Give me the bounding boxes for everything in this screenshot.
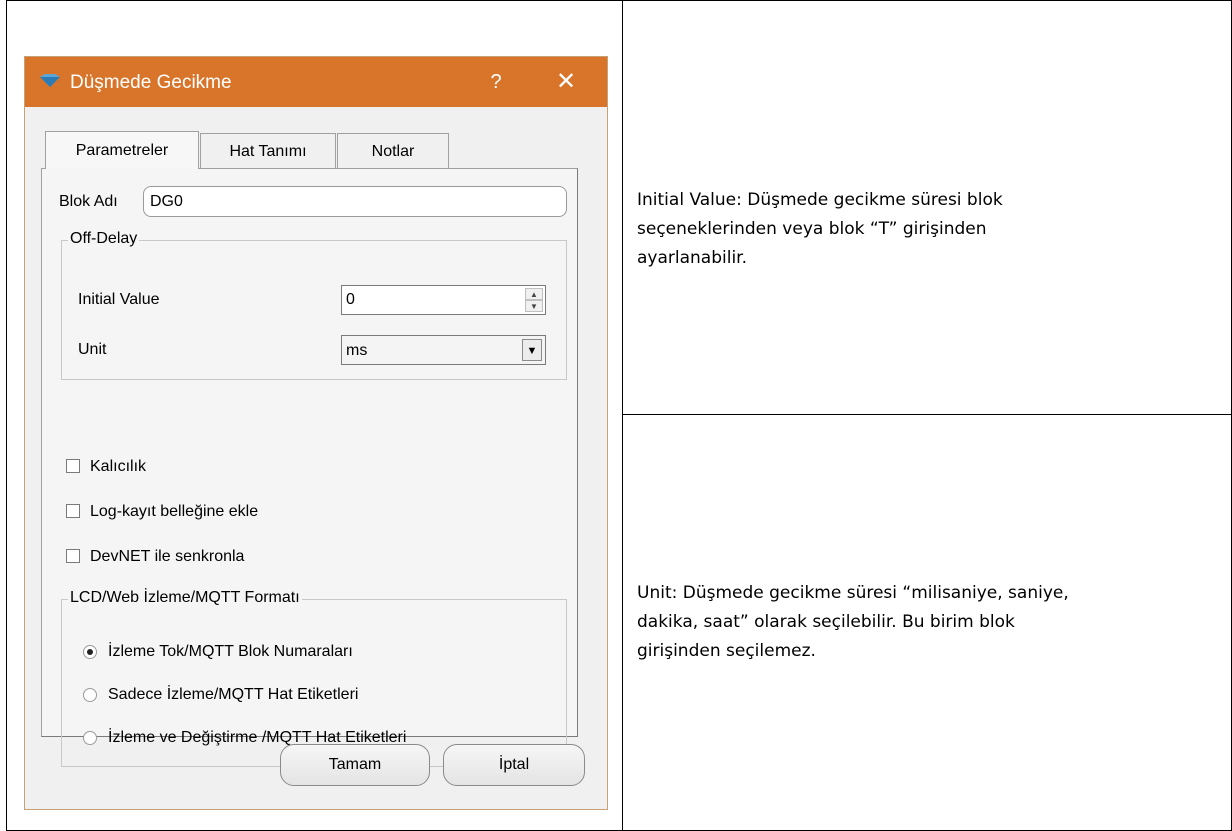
log-record-label: Log-kayıt belleğine ekle [90,503,259,520]
tab-notlar[interactable]: Notlar [337,133,449,169]
spin-buttons: ▲ ▼ [525,288,543,312]
radio-monitor-only-line-labels-label: Sadece İzleme/MQTT Hat Etiketleri [108,686,359,703]
description-line: girişinden seçilemez. [637,641,816,661]
off-delay-dialog: Düşmede Gecikme ? ✕ Parametreler Hat Tan… [24,56,608,810]
ok-button[interactable]: Tamam [280,744,430,786]
initial-value-description: Initial Value: Düşmede gecikme süresi bl… [637,186,1197,273]
off-delay-title: Off-Delay [68,230,140,248]
description-line: dakika, saat” olarak seçilebilir. Bu bir… [637,612,1015,632]
unit-description: Unit: Düşmede gecikme süresi “milisaniye… [637,579,1197,666]
initial-value-label: Initial Value [78,291,160,308]
initial-value-value: 0 [346,291,355,308]
title-bar[interactable]: Düşmede Gecikme ? ✕ [25,57,607,107]
unit-label: Unit [78,341,107,358]
chevron-down-icon[interactable]: ▼ [522,339,542,361]
devnet-sync-checkbox[interactable] [66,549,80,563]
description-line: Unit: Düşmede gecikme süresi “milisaniye… [637,583,1069,603]
close-button[interactable]: ✕ [549,67,583,97]
table-border-left [6,0,7,831]
table-border-middle [622,0,623,831]
kalicilik-checkbox[interactable] [66,459,80,473]
radio-monitor-block-numbers-label: İzleme Tok/MQTT Blok Numaraları [108,643,353,660]
app-icon [40,74,60,87]
table-border-top [6,0,1232,1]
kalicilik-label: Kalıcılık [90,458,147,475]
radio-monitor-block-numbers[interactable] [83,645,97,659]
parameters-panel: Blok Adı Off-Delay Initial Value 0 ▲ ▼ U… [41,168,578,767]
log-record-checkbox[interactable] [66,504,80,518]
off-delay-group: Off-Delay Initial Value 0 ▲ ▼ Unit ms ▼ [61,230,567,380]
spin-down-icon[interactable]: ▼ [525,300,543,312]
radio-monitor-only-line-labels[interactable] [83,688,97,702]
unit-select[interactable]: ms ▼ [341,335,546,365]
tab-hat-tanimi[interactable]: Hat Tanımı [200,133,336,169]
block-name-label: Blok Adı [59,193,118,210]
devnet-sync-label: DevNET ile senkronla [90,548,245,565]
description-line: Initial Value: Düşmede gecikme süresi bl… [637,190,1003,210]
block-name-input[interactable] [143,186,567,217]
tab-parametreler[interactable]: Parametreler [45,131,199,169]
help-button[interactable]: ? [481,67,511,97]
cancel-button[interactable]: İptal [443,744,585,786]
spin-up-icon[interactable]: ▲ [525,288,543,300]
description-line: ayarlanabilir. [637,248,748,268]
format-group: LCD/Web İzleme/MQTT Formatı İzleme Tok/M… [61,589,567,767]
table-row-divider [622,414,1232,415]
unit-select-value: ms [346,342,368,359]
description-line: seçeneklerinden veya blok “T” girişinden [637,219,987,239]
initial-value-spinbox[interactable]: 0 ▲ ▼ [341,285,546,315]
radio-monitor-edit-line-labels[interactable] [83,731,97,745]
dialog-title: Düşmede Gecikme [70,72,232,93]
format-group-title: LCD/Web İzleme/MQTT Formatı [68,589,302,607]
